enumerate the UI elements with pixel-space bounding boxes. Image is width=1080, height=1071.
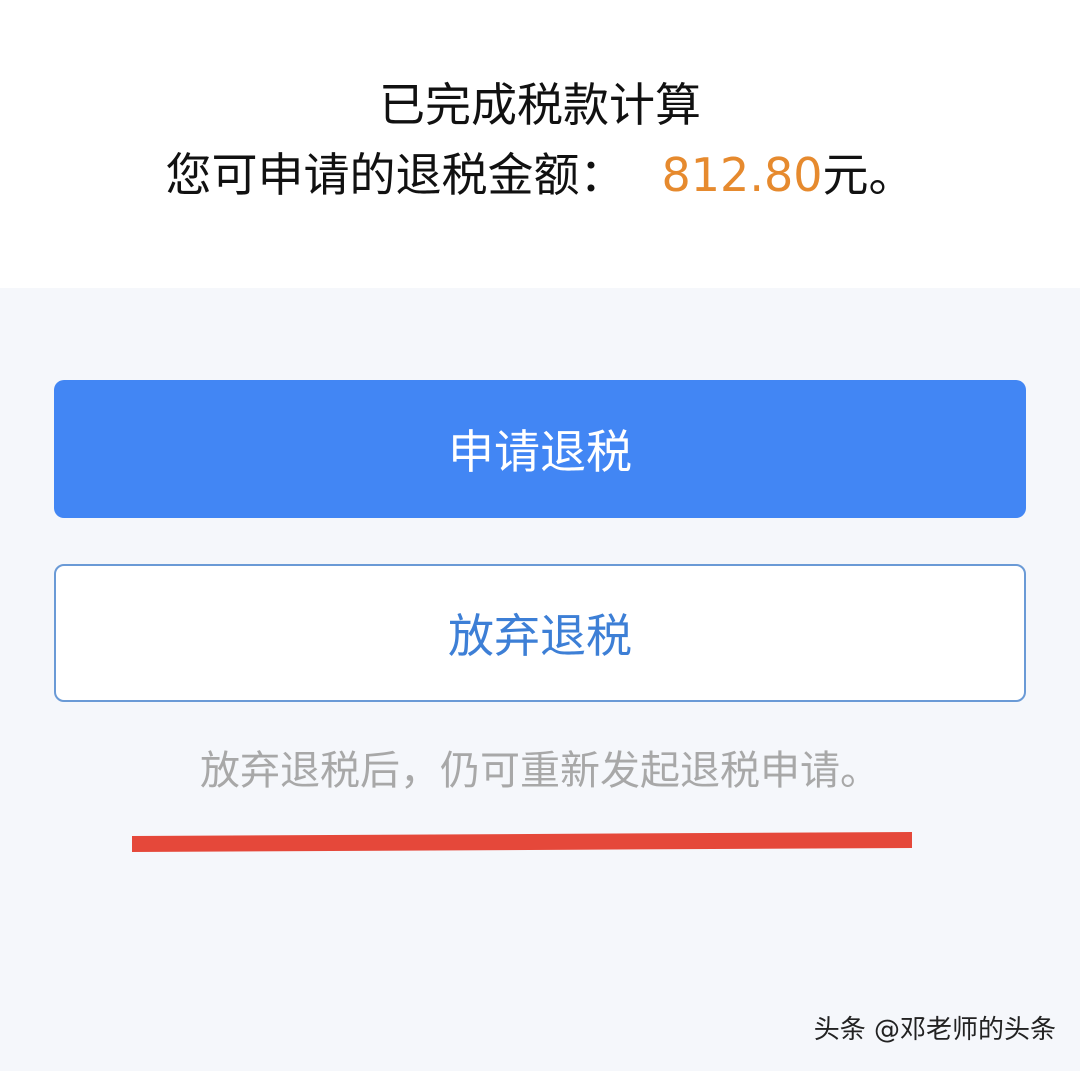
refund-label: 您可申请的退税金额： <box>165 148 626 202</box>
red-underline-stroke <box>132 832 912 852</box>
abandon-refund-label: 放弃退税 <box>448 609 632 663</box>
page-title: 已完成税款计算 <box>379 78 701 132</box>
abandon-refund-button[interactable]: 放弃退税 <box>54 564 1026 702</box>
summary-panel: 已完成税款计算 您可申请的退税金额： 812.80元。 <box>0 0 1080 288</box>
refund-amount-line: 您可申请的退税金额： 812.80元。 <box>0 140 1080 210</box>
refund-amount-value: 812.80 <box>661 148 823 202</box>
refund-unit: 元。 <box>822 148 915 202</box>
apply-refund-button[interactable]: 申请退税 <box>54 380 1026 518</box>
red-underline-annotation <box>132 832 912 852</box>
watermark-text: 头条 @邓老师的头条 <box>813 1015 1056 1045</box>
abandon-hint-text: 放弃退税后，仍可重新发起退税申请。 <box>200 748 880 794</box>
apply-refund-label: 申请退税 <box>448 425 632 479</box>
